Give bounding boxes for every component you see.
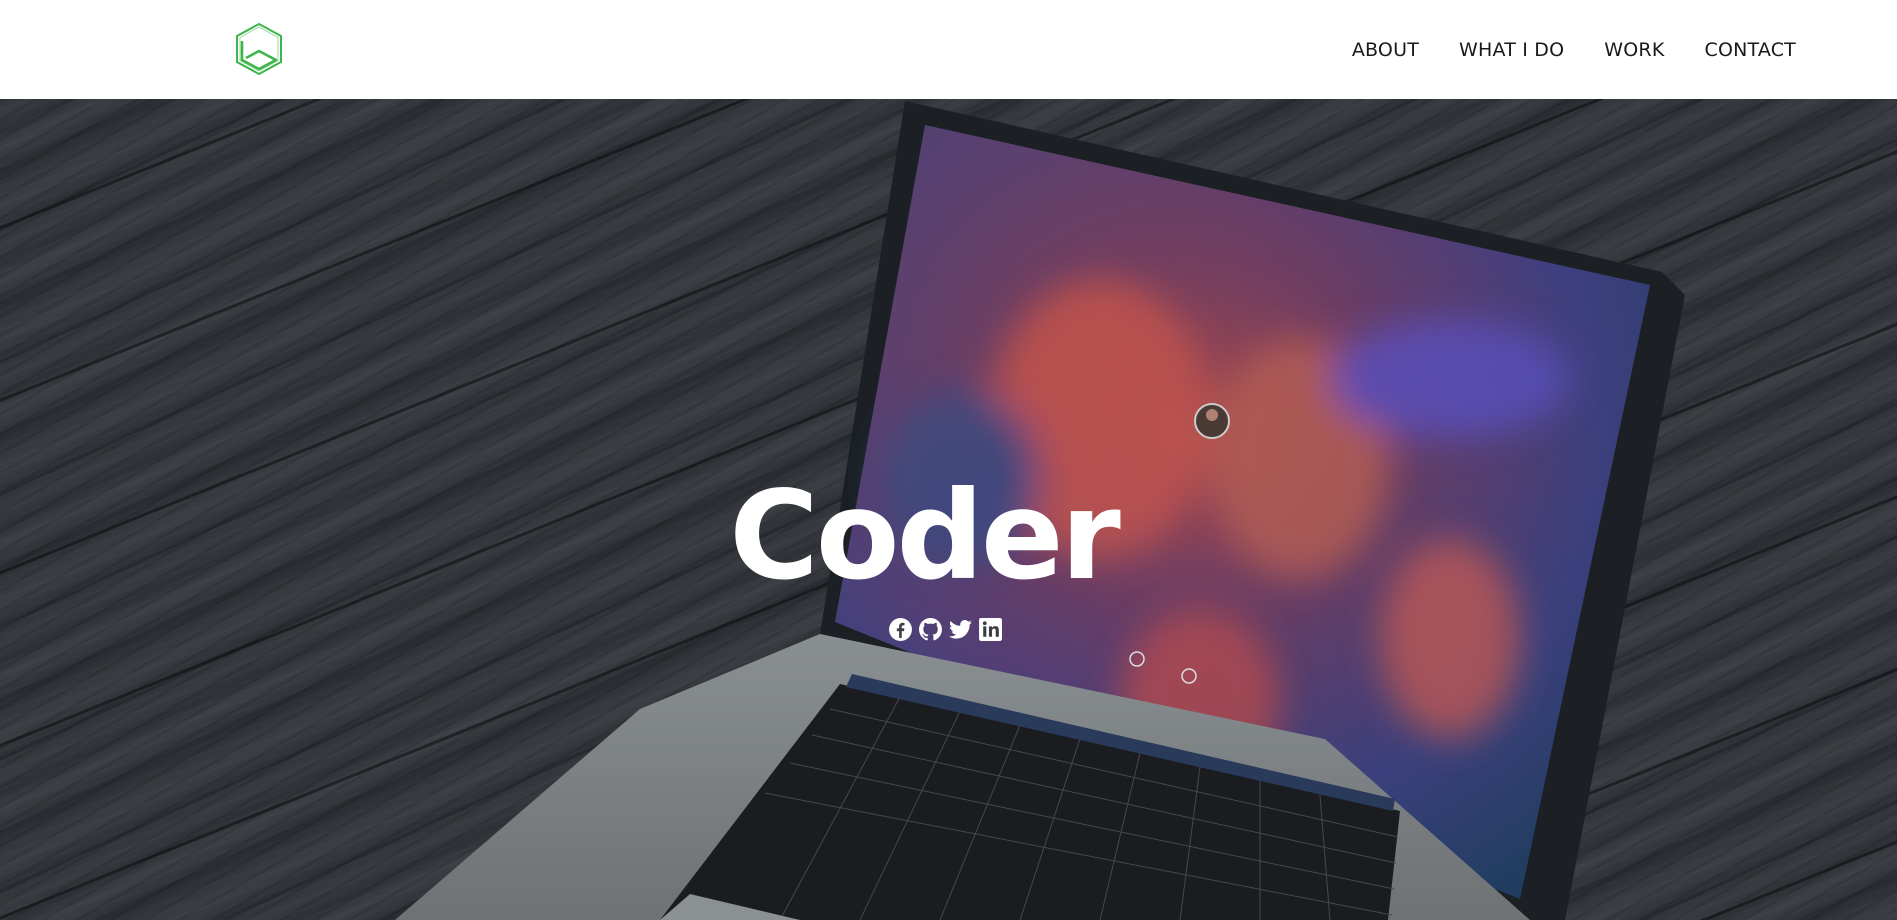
- laptop-image: [395, 101, 1685, 920]
- nav-what-i-do[interactable]: WHAT I DO: [1459, 36, 1564, 64]
- social-links: [888, 617, 1003, 642]
- nav-contact[interactable]: CONTACT: [1704, 36, 1796, 64]
- hero-section: Coder: [0, 99, 1897, 920]
- facebook-icon[interactable]: [888, 617, 913, 642]
- nav-about[interactable]: ABOUT: [1352, 36, 1419, 64]
- hexagon-logo-icon[interactable]: [234, 22, 284, 76]
- main-nav: ABOUT WHAT I DO WORK CONTACT: [1352, 36, 1796, 64]
- twitter-icon[interactable]: [948, 617, 973, 642]
- nav-work[interactable]: WORK: [1604, 36, 1664, 64]
- linkedin-icon[interactable]: [978, 617, 1003, 642]
- site-header: ABOUT WHAT I DO WORK CONTACT: [0, 0, 1897, 99]
- github-icon[interactable]: [918, 617, 943, 642]
